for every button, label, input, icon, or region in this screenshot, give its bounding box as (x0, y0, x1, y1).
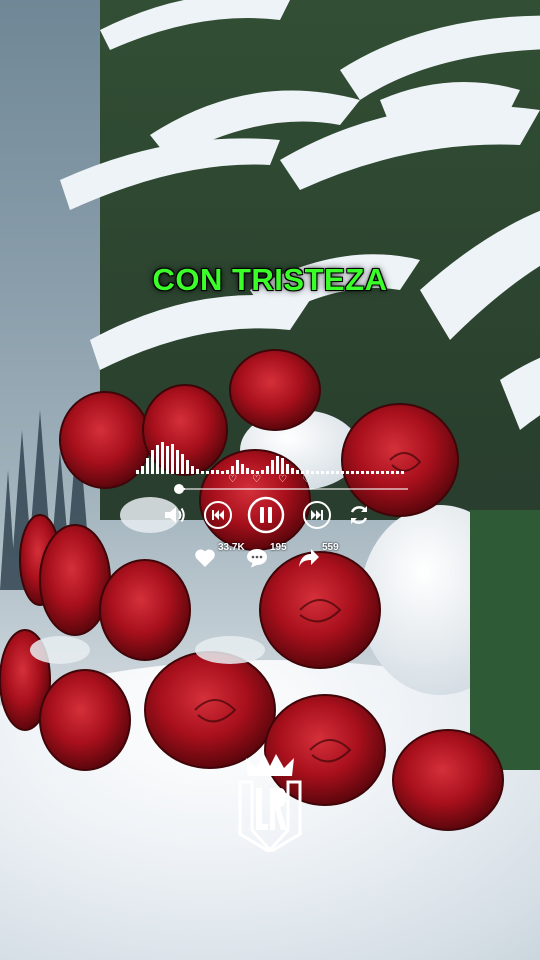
floating-hearts: ♡ ♡ ♡ ♡ (128, 474, 412, 488)
lyric-title: CON TRISTEZA (152, 262, 388, 297)
volume-button[interactable] (158, 498, 192, 532)
repeat-button[interactable] (342, 498, 376, 532)
heart-outline-icon: ♡ (252, 474, 261, 485)
progress-knob[interactable] (174, 484, 184, 494)
like-count: 33.7K (218, 542, 245, 553)
share-count: 559 (322, 542, 339, 553)
heart-outline-icon: ♡ (228, 474, 237, 485)
pause-icon (247, 496, 285, 534)
repeat-icon (350, 506, 368, 524)
next-button[interactable] (300, 498, 334, 532)
previous-icon (204, 501, 232, 529)
previous-button[interactable] (201, 498, 235, 532)
share-arrow-icon[interactable] (298, 548, 320, 568)
playback-controls (152, 495, 402, 536)
volume-icon (165, 507, 185, 523)
progress-track[interactable] (180, 488, 408, 490)
engagement-stats: 33.7K 195 559 (194, 540, 424, 570)
comment-icon[interactable] (246, 548, 268, 568)
pause-button[interactable] (246, 495, 286, 535)
heart-outline-icon: ♡ (278, 474, 287, 485)
heart-outline-icon: ♡ (302, 474, 311, 485)
audio-waveform (136, 442, 404, 474)
like-heart-icon[interactable] (194, 548, 216, 568)
music-player-widget: ♡ ♡ ♡ ♡ 33.7K 195 559 (128, 442, 412, 572)
channel-logo (238, 754, 302, 852)
next-icon (303, 501, 331, 529)
comment-count: 195 (270, 542, 287, 553)
